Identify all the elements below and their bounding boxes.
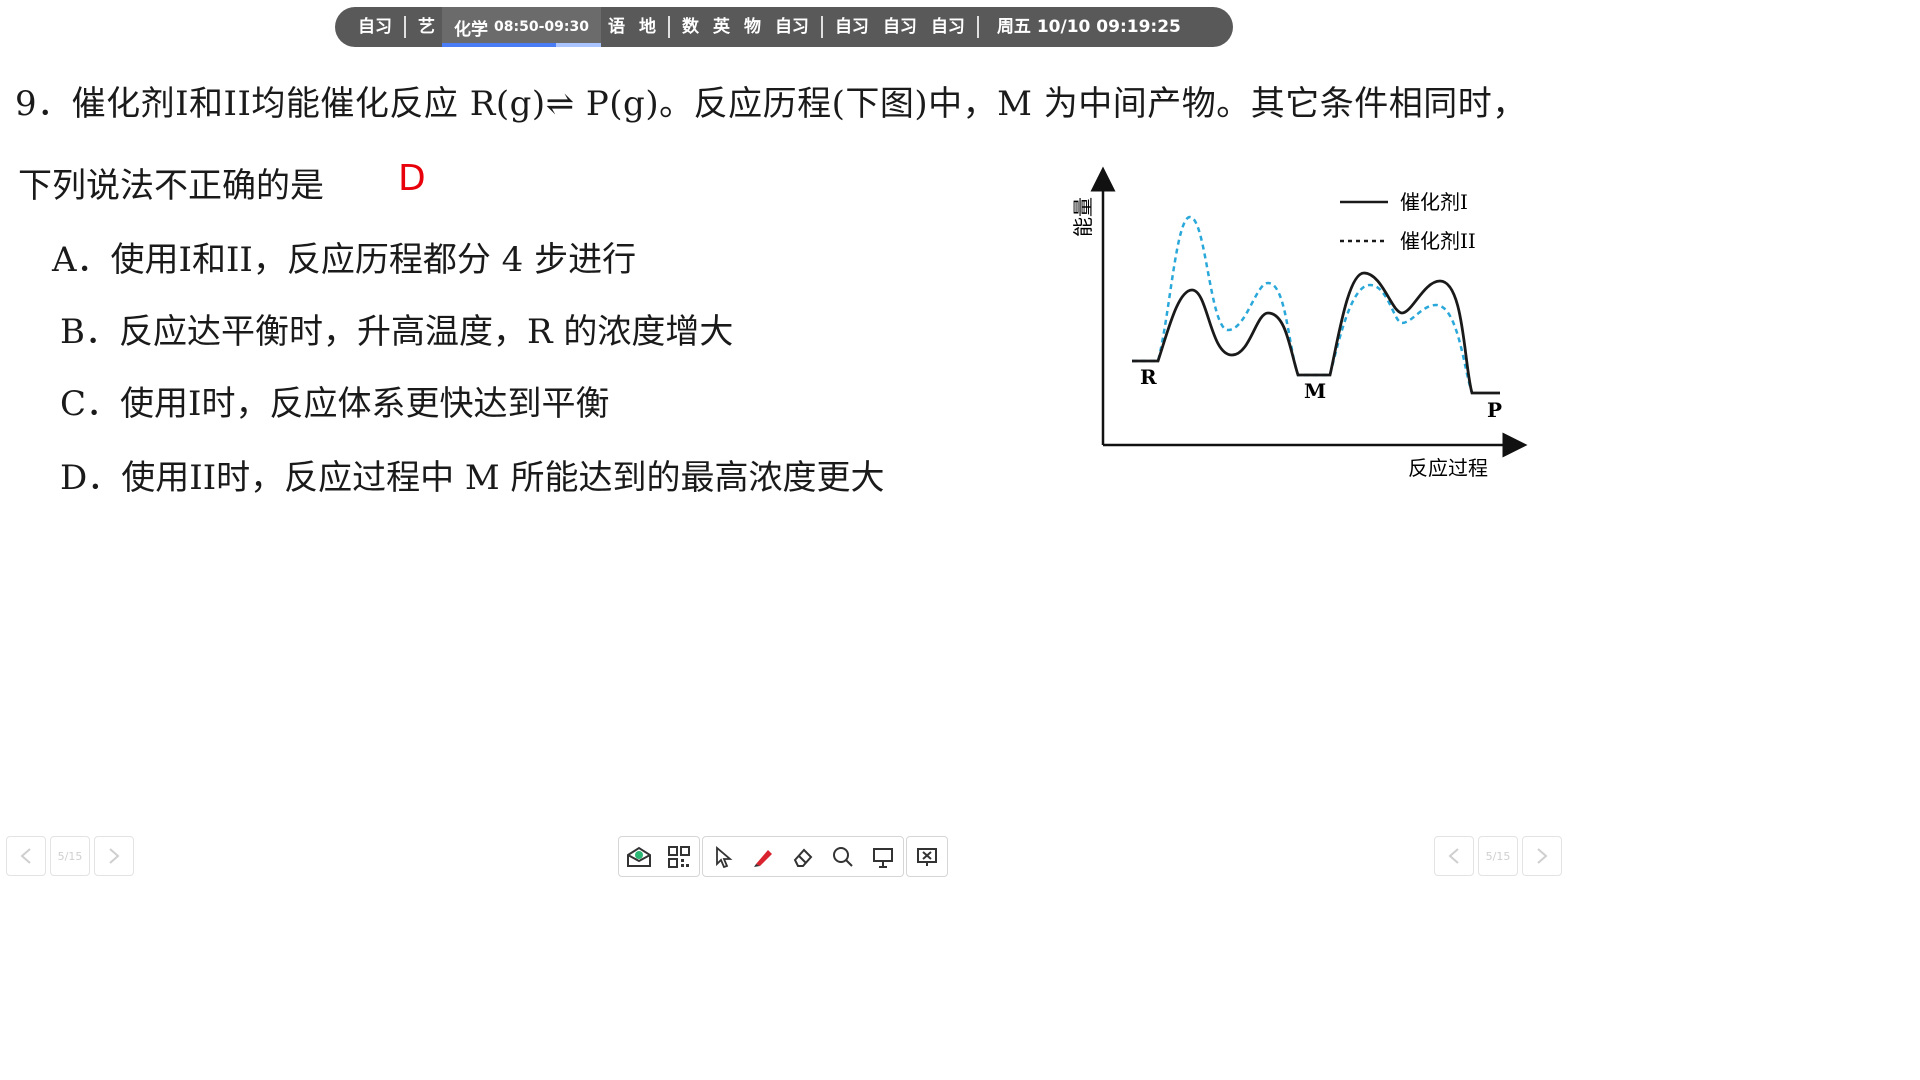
schedule-slot[interactable]: 自习 [768,7,816,47]
chevron-left-icon [20,848,31,864]
presentation-icon [873,847,893,868]
next-page-button[interactable] [94,836,134,876]
handwritten-answer: D [398,158,426,199]
y-axis-label: 能量 [1071,197,1095,237]
page-number: 5/15 [57,849,83,863]
divider [976,16,979,38]
current-class[interactable]: 化学 08:50-09:30 [442,7,601,47]
page-indicator: 5/15 [50,836,90,876]
eraser-icon [793,848,813,867]
current-subject: 化学 [454,19,488,40]
divider [820,16,823,38]
toolbar-group [906,836,948,877]
current-time: 08:50-09:30 [494,19,589,35]
schedule-slot[interactable]: 英 [706,7,737,47]
mail-button[interactable] [619,837,659,876]
legend-label-catalyst-ii: 催化剂II [1400,229,1476,253]
close-screen-button[interactable] [907,837,947,876]
question-prompt: 下列说法不正确的是 [18,166,324,206]
page-indicator: 5/15 [1478,836,1518,876]
option-a: A．使用I和II，反应历程都分 4 步进行 [52,240,637,280]
question-stem: 9．催化剂I和II均能催化反应 R(g)⇌ P(g)。反应历程(下图)中，M 为… [15,84,1527,124]
option-d: D．使用II时，反应过程中 M 所能达到的最高浓度更大 [60,458,885,498]
schedule-slot[interactable]: 语 [601,7,632,47]
chevron-left-icon [1448,848,1459,864]
eraser-button[interactable] [783,837,823,876]
pointer-button[interactable] [703,837,743,876]
schedule-slot[interactable]: 艺 [411,7,442,47]
point-label-m: M [1304,379,1326,403]
clock: 周五 10/10 09:19:25 [996,17,1181,37]
qr-icon [668,845,690,868]
legend-label-catalyst-i: 催化剂I [1400,190,1468,214]
chevron-right-icon [109,848,120,864]
schedule-slot[interactable]: 自习 [351,7,399,47]
annotation-toolbar [618,836,950,877]
energy-profile-chart: 能量 反应过程 R M P 催化剂I 催化剂II [1071,166,1528,480]
prev-page-button[interactable] [1434,836,1474,876]
pen-icon [754,849,772,867]
divider [404,16,406,38]
toolbar-group [618,836,700,877]
series-catalyst-i-curve [1132,271,1500,395]
chevron-right-icon [1537,848,1548,864]
toolbar-group [702,836,904,877]
pen-button[interactable] [743,837,783,876]
next-page-button[interactable] [1522,836,1562,876]
mail-icon [627,846,651,867]
page-number: 5/15 [1485,849,1511,863]
schedule-slot[interactable]: 物 [737,7,768,47]
close-screen-icon [917,847,937,866]
schedule-slot[interactable]: 自习 [924,7,972,47]
schedule-bar: 自习 艺 化学 08:50-09:30 语 地 数 英 物 自习 自习 自习 自… [335,7,1233,47]
search-icon [833,846,853,867]
qr-button[interactable] [659,837,699,876]
option-b: B．反应达平衡时，升高温度，R 的浓度增大 [60,312,734,352]
pointer-icon [716,845,733,868]
divider [667,16,670,38]
class-progress-bar [442,43,601,47]
prev-page-button[interactable] [6,836,46,876]
schedule-slot[interactable]: 地 [632,7,663,47]
search-button[interactable] [823,837,863,876]
point-label-p: P [1487,398,1502,422]
presentation-button[interactable] [863,837,903,876]
option-c: C．使用I时，反应体系更快达到平衡 [60,384,610,424]
schedule-slot[interactable]: 自习 [828,7,876,47]
x-axis-label: 反应过程 [1408,456,1488,480]
schedule-slot[interactable]: 数 [675,7,706,47]
schedule-slot[interactable]: 自习 [876,7,924,47]
point-label-r: R [1140,365,1157,389]
